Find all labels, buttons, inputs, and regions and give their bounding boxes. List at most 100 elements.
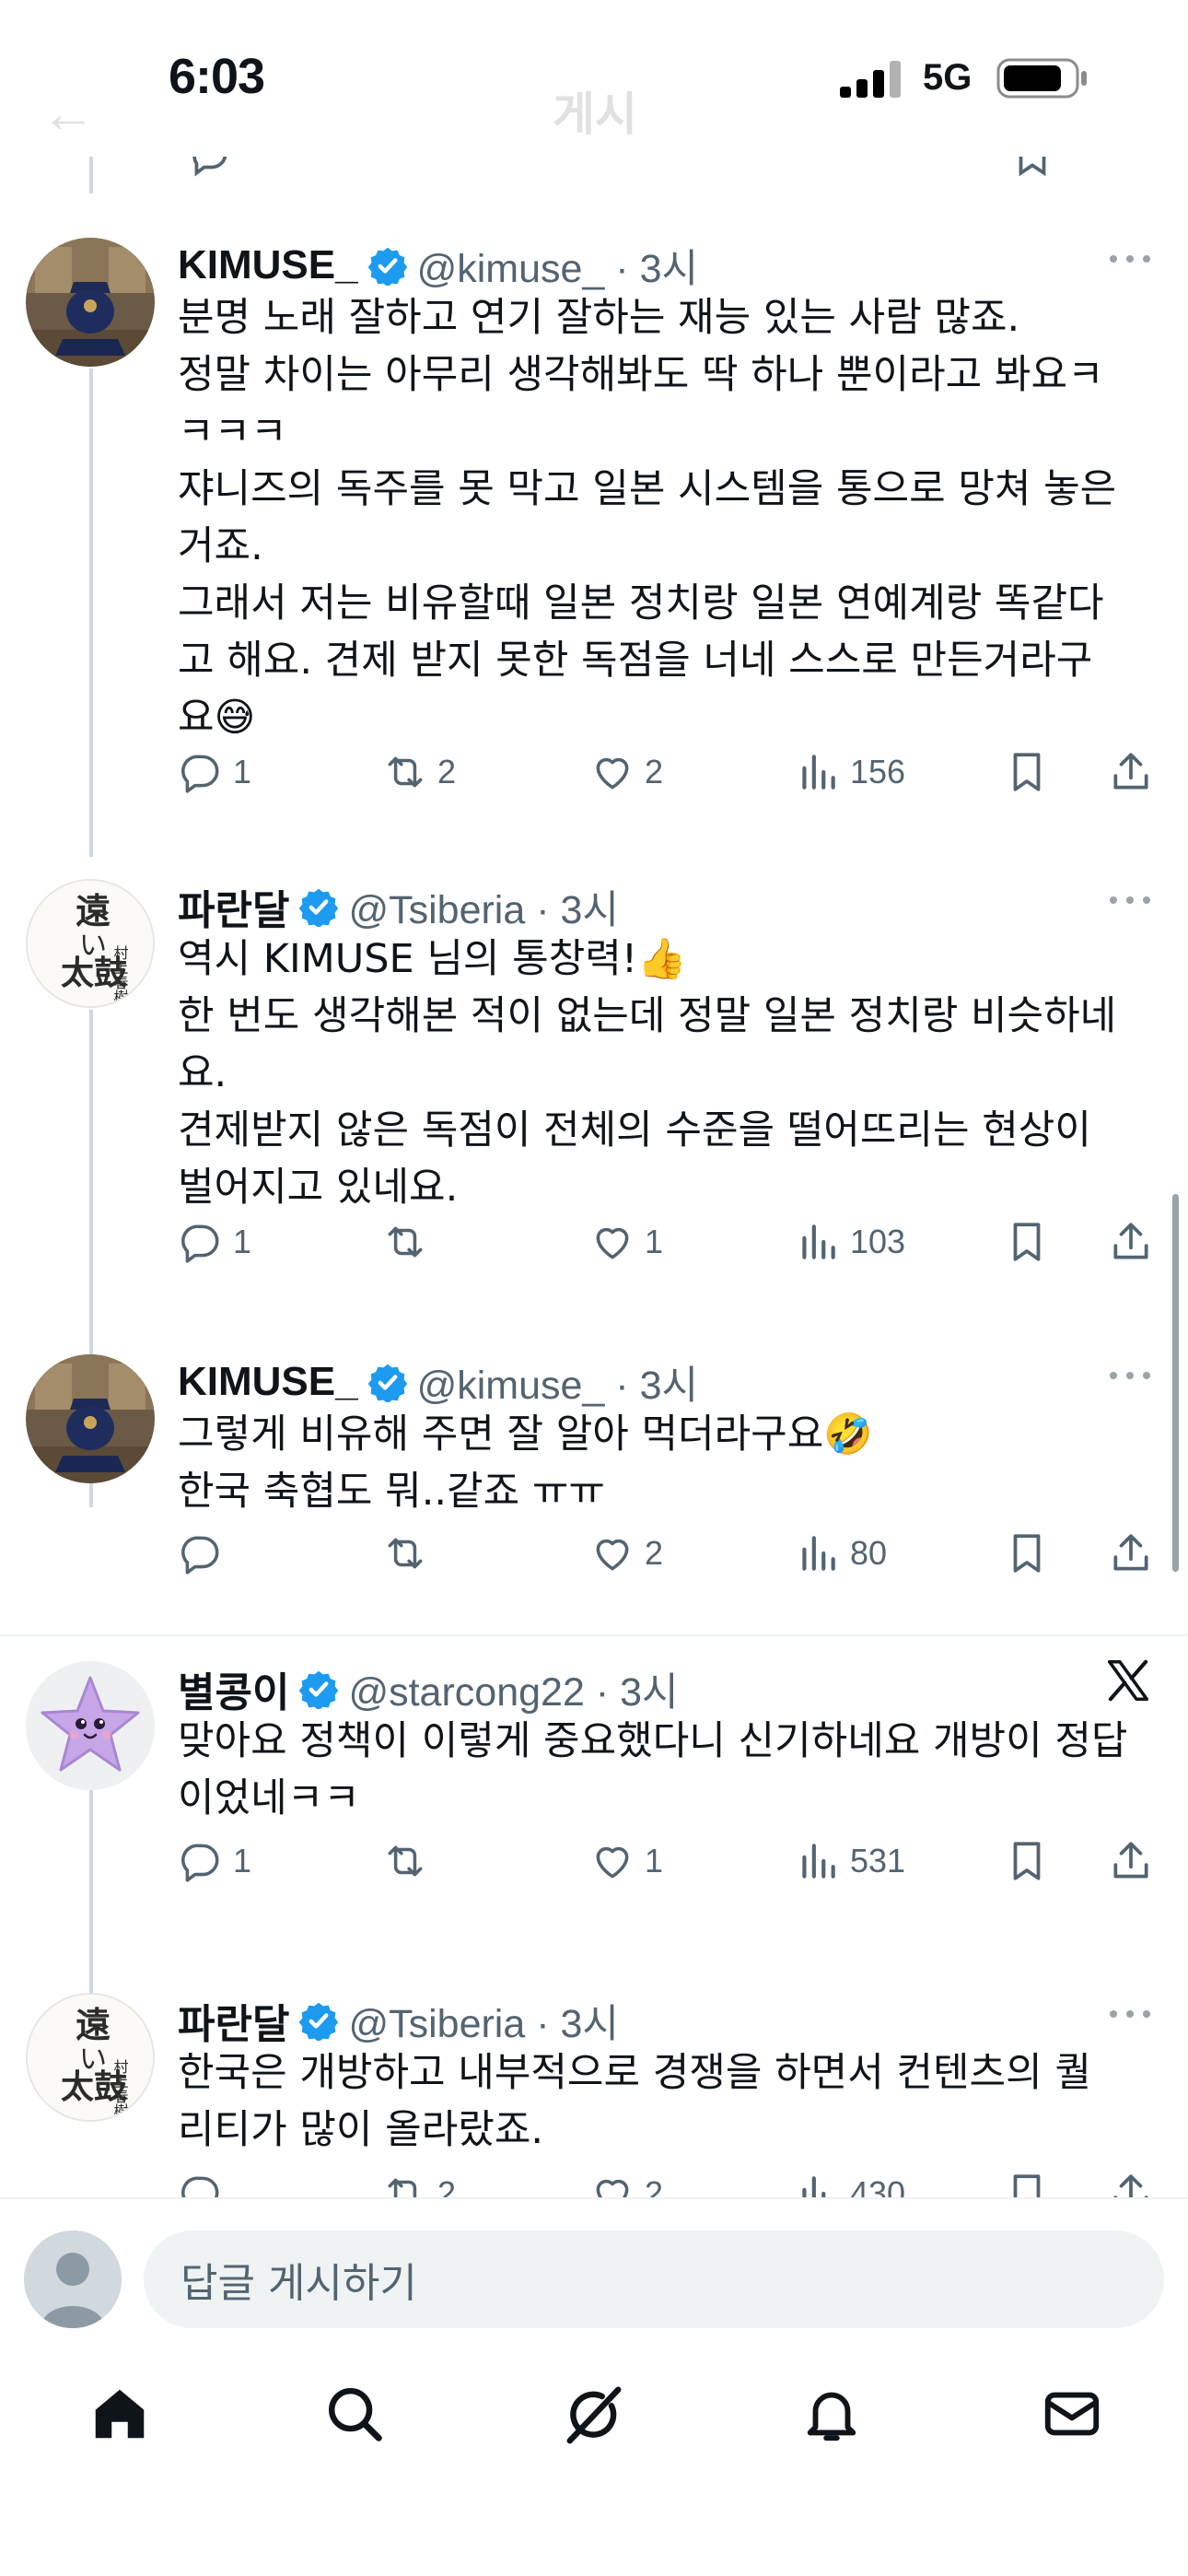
bookmark-icon [1013, 2174, 1041, 2197]
reply-button[interactable] [178, 2166, 233, 2197]
views-button[interactable]: 103 [795, 1214, 905, 1270]
repost-button[interactable] [382, 1214, 437, 1270]
x-logo-icon[interactable] [1103, 1656, 1153, 1705]
thread-connector [89, 369, 93, 857]
bookmark-button[interactable] [1004, 1526, 1050, 1581]
calligraphy-book-avatar: 遠 い 太鼓 村上春樹 [28, 881, 153, 1006]
tab-home[interactable] [83, 2377, 157, 2451]
display-name[interactable]: KIMUSE_ [178, 242, 358, 288]
tweet-line: 고 해요. 견제 받지 못한 독점을 너네 스스로 만든거라구 [178, 638, 1093, 684]
handle-and-time[interactable]: @Tsiberia · 3시 [348, 878, 619, 935]
display-name[interactable]: 파란달 [178, 1991, 289, 2050]
default-profile-icon [24, 2231, 122, 2328]
handle-and-time[interactable]: @Tsiberia · 3시 [348, 1992, 619, 2049]
views-button[interactable]: 156 [795, 744, 905, 800]
tweet[interactable]: 별콩이 @starcong22 · 3시 맞아요 정책이 이렇게 중요했다니 신… [0, 1659, 1188, 1993]
tweet[interactable]: KIMUSE_ @kimuse_ · 3시 분명 노래 잘하고 연기 잘하는 재… [0, 238, 1188, 966]
like-button[interactable]: 2 [589, 2166, 663, 2197]
share-button[interactable] [1108, 744, 1154, 800]
reply-button[interactable]: 1 [178, 744, 251, 800]
verified-badge-icon [367, 247, 407, 286]
bookmark-button[interactable] [1004, 1214, 1050, 1270]
samurai-armor-avatar [26, 1354, 155, 1483]
notifications-icon [807, 2392, 856, 2441]
calligraphy-book-avatar: 遠 い 太鼓 村上春樹 [28, 1995, 153, 2120]
views-chart-icon [802, 755, 835, 790]
handle-and-time[interactable]: @starcong22 · 3시 [348, 1660, 678, 1717]
user-avatar[interactable] [24, 2231, 122, 2328]
back-arrow-icon[interactable]: ← [41, 81, 96, 145]
views-button[interactable]: 430 [795, 2166, 905, 2197]
tab-messages[interactable] [1035, 2377, 1109, 2451]
share-icon [1113, 2174, 1148, 2197]
avatar[interactable]: 遠 い 太鼓 村上春樹 [26, 879, 155, 1008]
reply-input[interactable]: 답글 게시하기 [144, 2231, 1164, 2328]
bookmark-icon [1013, 1534, 1041, 1573]
avatar[interactable]: 遠 い 太鼓 村上春樹 [26, 1993, 155, 2122]
handle-and-time[interactable]: @kimuse_ · 3시 [417, 1353, 698, 1411]
home-icon [95, 2389, 145, 2439]
repost-button[interactable] [382, 1526, 437, 1581]
repost-button[interactable]: 2 [382, 2166, 456, 2197]
tweet-line: 한 번도 생각해본 적이 없는데 정말 일본 정치랑 비슷하네 [178, 993, 1117, 1039]
bookmark-button[interactable] [1004, 744, 1050, 800]
views-button[interactable]: 80 [795, 1526, 887, 1581]
search-icon [329, 2388, 382, 2441]
repost-count: 2 [437, 753, 457, 790]
reply-icon[interactable] [187, 157, 233, 179]
author-glyphs: 村上春樹 [111, 945, 129, 1004]
reply-thread[interactable]: KIMUSE_ @kimuse_ · 3시 분명 노래 잘하고 연기 잘하는 재… [0, 157, 1188, 2197]
more-options-icon[interactable] [1107, 2000, 1153, 2028]
repost-icon [388, 1226, 423, 1258]
heart-icon [596, 757, 629, 790]
bookmark-button[interactable] [1004, 2166, 1050, 2197]
tab-notifications[interactable] [795, 2377, 868, 2451]
avatar[interactable] [26, 1354, 155, 1483]
repost-button[interactable] [382, 1833, 437, 1889]
display-name[interactable]: 파란달 [178, 877, 289, 936]
tab-grok[interactable] [557, 2377, 631, 2451]
verified-badge-icon [299, 2002, 339, 2041]
tab-search[interactable] [318, 2377, 391, 2451]
like-button[interactable]: 1 [589, 1833, 663, 1889]
reply-button[interactable] [178, 1526, 233, 1581]
display-name[interactable]: KIMUSE_ [178, 1359, 358, 1405]
reply-count: 1 [233, 753, 252, 790]
bookmark-icon [1013, 753, 1041, 791]
thread-connector [89, 157, 93, 193]
bookmark-icon[interactable] [1009, 157, 1055, 179]
share-button[interactable] [1108, 2166, 1154, 2197]
more-options-icon[interactable] [1107, 1362, 1153, 1389]
like-button[interactable]: 2 [589, 1526, 663, 1581]
repost-button[interactable]: 2 [382, 744, 456, 800]
like-button[interactable]: 2 [589, 744, 663, 800]
share-button[interactable] [1108, 1833, 1154, 1889]
tweet-line: 역시 KIMUSE 님의 통창력!👍 [178, 936, 687, 982]
tweet-line: 그렇게 비유해 주면 잘 알아 먹더라구요🤣 [178, 1411, 873, 1458]
share-button[interactable] [1108, 1526, 1154, 1581]
like-count: 1 [645, 1223, 664, 1260]
bookmark-button[interactable] [1004, 1833, 1050, 1889]
reply-button[interactable]: 1 [178, 1214, 251, 1270]
more-options-icon[interactable] [1107, 245, 1153, 273]
samurai-armor-avatar [26, 238, 155, 367]
tweet-text: 한국은 개방하고 내부적으로 경쟁을 하면서 컨텐츠의 퀄 리티가 많이 올라랐… [178, 2044, 1154, 2159]
tweet[interactable]: 遠 い 太鼓 村上春樹 파란달 @Tsiberia · 3시 한국은 개방하고 … [0, 1993, 1188, 2197]
views-button[interactable]: 531 [795, 1833, 905, 1889]
display-name[interactable]: 별콩이 [178, 1659, 289, 1718]
views-chart-icon [802, 1224, 835, 1259]
bottom-tab-bar [0, 2359, 1188, 2478]
scrollbar[interactable] [1172, 1194, 1179, 1572]
avatar[interactable] [26, 238, 155, 367]
like-button[interactable]: 1 [589, 1214, 663, 1270]
tweet-actions: 2 2 430 [178, 2166, 1172, 2197]
tweet[interactable]: 遠 い 太鼓 村上春樹 파란달 @Tsiberia · 3시 역시 KIMUSE… [0, 879, 1188, 1358]
avatar[interactable] [26, 1661, 155, 1790]
tweet-line: 리티가 많이 올라랐죠. [178, 2107, 544, 2153]
verified-badge-icon [299, 1670, 339, 1709]
handle-and-time[interactable]: @kimuse_ · 3시 [417, 237, 698, 294]
share-button[interactable] [1108, 1214, 1154, 1270]
more-options-icon[interactable] [1107, 886, 1153, 914]
view-count: 156 [850, 753, 906, 790]
reply-button[interactable]: 1 [178, 1833, 251, 1889]
